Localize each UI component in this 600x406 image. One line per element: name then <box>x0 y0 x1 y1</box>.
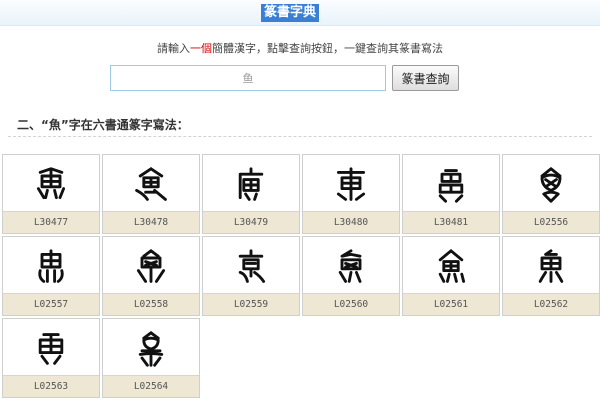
seal-fish-glyph-icon <box>3 319 99 375</box>
result-card-l02556[interactable]: L02556 <box>502 154 600 234</box>
instruction-highlight: 一個 <box>190 42 212 55</box>
result-card-l02561[interactable]: L02561 <box>402 236 500 316</box>
result-code: L30479 <box>203 211 299 233</box>
result-card-l30479[interactable]: L30479 <box>202 154 300 234</box>
result-card-l30477[interactable]: L30477 <box>2 154 100 234</box>
result-code: L30478 <box>103 211 199 233</box>
result-card-l30480[interactable]: L30480 <box>302 154 400 234</box>
seal-fish-glyph-icon <box>3 155 99 211</box>
seal-fish-glyph-icon <box>403 155 499 211</box>
result-card-l02560[interactable]: L02560 <box>302 236 400 316</box>
search-button[interactable]: 篆書查詢 <box>392 65 459 91</box>
result-card-l02563[interactable]: L02563 <box>2 318 100 398</box>
seal-fish-glyph-icon <box>103 237 199 293</box>
instruction-prefix: 請輸入 <box>157 42 190 55</box>
seal-fish-glyph-icon <box>103 319 199 375</box>
result-code: L02560 <box>303 293 399 315</box>
result-code: L02558 <box>103 293 199 315</box>
seal-fish-glyph-icon <box>403 237 499 293</box>
section-heading: 二、“魚”字在六書通篆字寫法： <box>17 118 189 132</box>
seal-fish-glyph-icon <box>303 237 399 293</box>
result-card-l02558[interactable]: L02558 <box>102 236 200 316</box>
result-code: L02563 <box>3 375 99 397</box>
seal-fish-glyph-icon <box>303 155 399 211</box>
result-code: L30477 <box>3 211 99 233</box>
result-code: L02559 <box>203 293 299 315</box>
seal-fish-glyph-icon <box>203 155 299 211</box>
instruction-text: 請輸入一個簡體漢字，點擊查詢按鈕，一鍵查詢其篆書寫法 <box>0 40 600 56</box>
search-input[interactable] <box>110 65 386 91</box>
seal-fish-glyph-icon <box>503 237 599 293</box>
section-divider <box>8 136 592 137</box>
result-code: L30481 <box>403 211 499 233</box>
seal-fish-glyph-icon <box>3 237 99 293</box>
result-card-l02564[interactable]: L02564 <box>102 318 200 398</box>
seal-fish-glyph-icon <box>503 155 599 211</box>
result-code: L02557 <box>3 293 99 315</box>
seal-fish-glyph-icon <box>103 155 199 211</box>
result-code: L02561 <box>403 293 499 315</box>
site-title: 篆書字典 <box>261 4 320 22</box>
top-bar: 篆書字典 <box>0 0 600 26</box>
results-grid: L30477 L30478 L30479 L30480 L30481 L02556 L025… <box>2 154 600 406</box>
result-code: L02564 <box>103 375 199 397</box>
result-card-l30481[interactable]: L30481 <box>402 154 500 234</box>
result-card-l30478[interactable]: L30478 <box>102 154 200 234</box>
result-code: L02556 <box>503 211 599 233</box>
result-code: L02562 <box>503 293 599 315</box>
result-card-l02562[interactable]: L02562 <box>502 236 600 316</box>
seal-fish-glyph-icon <box>203 237 299 293</box>
result-card-l02557[interactable]: L02557 <box>2 236 100 316</box>
result-card-l02559[interactable]: L02559 <box>202 236 300 316</box>
instruction-suffix: 簡體漢字，點擊查詢按鈕，一鍵查詢其篆書寫法 <box>212 42 443 55</box>
result-code: L30480 <box>303 211 399 233</box>
